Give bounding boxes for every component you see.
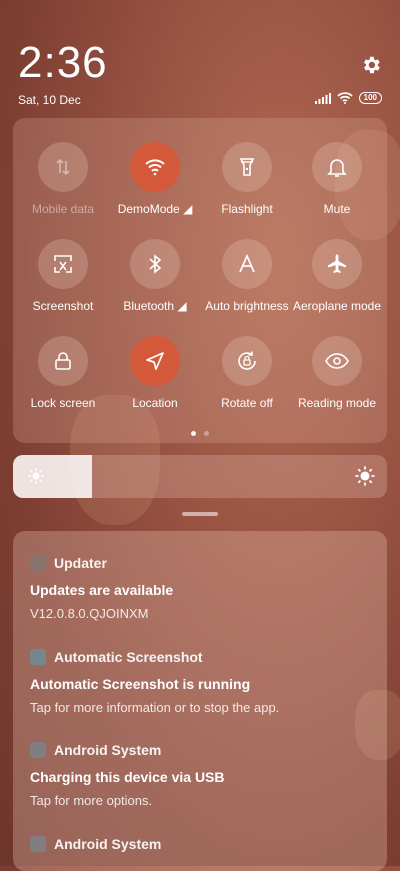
- notification-body: V12.0.8.0.QJOINXM: [30, 606, 149, 621]
- brightness-high-icon: [355, 466, 375, 486]
- expand-caret-icon: ◢: [183, 202, 193, 216]
- notification-app-name: Automatic Screenshot: [54, 649, 203, 665]
- expand-caret-icon: ◢: [177, 299, 187, 313]
- notification-app-header: Updater: [30, 555, 373, 571]
- notification-body: Tap for more information or to stop the …: [30, 700, 280, 715]
- tile-circle: [38, 142, 88, 192]
- tile-label: Lock screen: [30, 396, 96, 410]
- page-indicator: [191, 431, 209, 436]
- android-system-icon: [30, 742, 46, 758]
- tile-label: Reading mode: [297, 396, 377, 410]
- notification-panel: Updater Updates are available V12.0.8.0.…: [13, 531, 387, 871]
- tile-demomode[interactable]: DemoMode ◢: [109, 142, 201, 216]
- tile-flashlight[interactable]: Flashlight: [201, 142, 293, 216]
- notification-title: Automatic Screenshot is running: [30, 676, 251, 692]
- tile-mobile-data[interactable]: Mobile data: [17, 142, 109, 216]
- tile-auto-brightness[interactable]: Auto brightness: [201, 239, 293, 313]
- brightness-low-icon: [28, 468, 44, 484]
- quick-settings-panel: Mobile data DemoMode ◢ Flashlight Mute S…: [13, 118, 387, 443]
- tile-circle: [130, 239, 180, 289]
- notification-app-header: Automatic Screenshot: [30, 649, 373, 665]
- tile-label: Mobile data: [31, 202, 95, 216]
- notification-item[interactable]: Updater Updates are available V12.0.8.0.…: [30, 555, 373, 621]
- tile-screenshot[interactable]: Screenshot: [17, 239, 109, 313]
- settings-gear-icon[interactable]: [360, 54, 382, 76]
- notification-app-name: Android System: [54, 742, 162, 758]
- tile-label: Screenshot: [32, 299, 94, 313]
- page-dot-active: [191, 431, 196, 436]
- tile-reading-mode[interactable]: Reading mode: [291, 336, 383, 410]
- clock-time: 2:36: [18, 38, 108, 87]
- battery-icon: 100: [358, 92, 382, 104]
- notification-app-name: Updater: [54, 555, 107, 571]
- android-system-icon: [30, 836, 46, 852]
- flashlight-icon: [239, 158, 255, 176]
- notification-title: Charging this device via USB: [30, 769, 225, 785]
- notification-item[interactable]: Android System: [30, 836, 373, 852]
- screenshot-icon: [54, 255, 72, 273]
- system-status-icons: 100: [314, 92, 382, 104]
- wifi-status-icon: [337, 92, 353, 104]
- tile-circle: [38, 336, 88, 386]
- tile-circle: [38, 239, 88, 289]
- tile-bluetooth[interactable]: Bluetooth ◢: [109, 239, 201, 313]
- tile-circle: [130, 336, 180, 386]
- tile-location[interactable]: Location: [109, 336, 201, 410]
- screenshot-app-icon: [30, 649, 46, 665]
- notification-title: Updates are available: [30, 582, 174, 598]
- notification-app-header: Android System: [30, 836, 373, 852]
- tile-circle: [130, 142, 180, 192]
- tile-label: Bluetooth ◢: [123, 299, 187, 313]
- tile-label: Rotate off: [221, 396, 273, 410]
- date-label: Sat, 10 Dec: [18, 93, 81, 107]
- notification-item[interactable]: Automatic Screenshot Automatic Screensho…: [30, 649, 373, 715]
- page-dot[interactable]: [204, 431, 209, 436]
- tile-lock-screen[interactable]: Lock screen: [17, 336, 109, 410]
- tile-label: Flashlight: [221, 202, 273, 216]
- tile-circle: [312, 142, 362, 192]
- eye-icon: [325, 353, 349, 369]
- tile-circle: [312, 336, 362, 386]
- bluetooth-icon: [149, 254, 162, 274]
- tile-circle: [312, 239, 362, 289]
- notification-app-header: Android System: [30, 742, 373, 758]
- tile-aeroplane-mode[interactable]: Aeroplane mode: [291, 239, 383, 313]
- bell-icon: [327, 159, 347, 177]
- airplane-icon: [328, 254, 346, 273]
- wifi-icon: [145, 159, 165, 176]
- notification-app-name: Android System: [54, 836, 162, 852]
- auto-brightness-icon: [239, 253, 255, 273]
- brightness-slider[interactable]: [13, 455, 387, 498]
- status-header: 2:36 Sat, 10 Dec 100: [18, 38, 382, 108]
- location-icon: [146, 352, 164, 370]
- rotate-lock-icon: [238, 351, 256, 370]
- tile-label: Location: [132, 396, 178, 410]
- updater-app-icon: [30, 555, 46, 571]
- notification-body: Tap for more options.: [30, 793, 153, 808]
- tile-circle: [222, 336, 272, 386]
- lock-icon: [55, 352, 71, 370]
- brightness-slider-fill[interactable]: [13, 455, 92, 498]
- tile-rotate-off[interactable]: Rotate off: [201, 336, 293, 410]
- tile-mute[interactable]: Mute: [291, 142, 383, 216]
- tile-circle: [222, 239, 272, 289]
- tile-label: Auto brightness: [205, 299, 289, 313]
- signal-icon: [314, 92, 331, 104]
- notification-item[interactable]: Android System Charging this device via …: [30, 742, 373, 808]
- tile-label: Aeroplane mode: [292, 299, 382, 313]
- mobile-data-icon: [56, 158, 70, 176]
- tile-label: DemoMode ◢: [117, 202, 193, 216]
- tile-label: Mute: [323, 202, 351, 216]
- drag-handle[interactable]: [182, 512, 218, 516]
- tile-circle: [222, 142, 272, 192]
